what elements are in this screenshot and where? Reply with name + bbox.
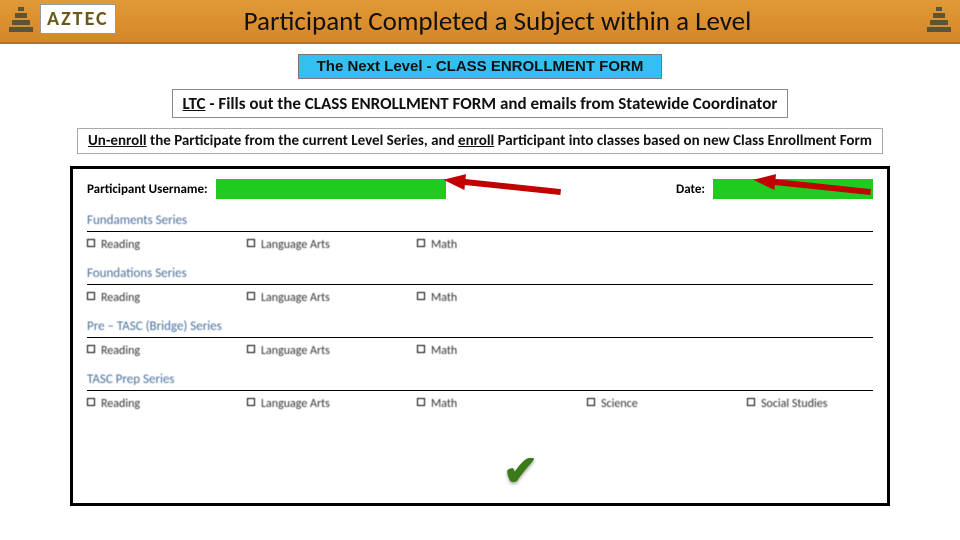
instr-mid1: the Participate from the current Level S…	[147, 132, 458, 150]
divider	[87, 231, 873, 232]
series-block: Pre – TASC (Bridge) Series Reading Langu…	[87, 319, 873, 358]
checkbox-option[interactable]: Math	[417, 344, 587, 358]
checkbox-option[interactable]: Reading	[87, 238, 247, 252]
divider	[87, 390, 873, 391]
logo-left: AZTEC	[6, 4, 116, 34]
instr-mid2: Participant into classes based on new Cl…	[494, 132, 872, 150]
checkbox-icon	[247, 398, 255, 406]
series-title: Pre – TASC (Bridge) Series	[87, 319, 873, 334]
checkbox-icon	[87, 239, 95, 247]
checkbox-option[interactable]: Language Arts	[247, 238, 417, 252]
subline-box: LTC - Fills out the CLASS ENROLLMENT FOR…	[172, 89, 789, 118]
series-block: Foundations Series Reading Language Arts…	[87, 266, 873, 305]
instr-enroll: enroll	[458, 132, 494, 150]
instruction-box: Un-enroll the Participate from the curre…	[77, 128, 883, 154]
checkbox-icon	[87, 292, 95, 300]
instruction-row: Un-enroll the Participate from the curre…	[0, 128, 960, 154]
pill-row: The Next Level - CLASS ENROLLMENT FORM	[0, 54, 960, 79]
checkbox-option[interactable]: Language Arts	[247, 397, 417, 411]
subline-row: LTC - Fills out the CLASS ENROLLMENT FOR…	[0, 89, 960, 118]
checkbox-option[interactable]: Reading	[87, 344, 247, 358]
checkbox-icon	[87, 345, 95, 353]
date-label: Date:	[676, 182, 705, 197]
checkbox-icon	[247, 239, 255, 247]
divider	[87, 337, 873, 338]
username-label: Participant Username:	[87, 182, 208, 197]
brand-text: AZTEC	[40, 4, 116, 34]
series-title: Foundations Series	[87, 266, 873, 281]
class-enrollment-form: Participant Username: Date: Fundaments S…	[70, 166, 890, 506]
checkbox-icon	[417, 345, 425, 353]
subline-ltc: LTC	[183, 93, 206, 114]
username-field[interactable]	[216, 179, 446, 199]
series-title: TASC Prep Series	[87, 372, 873, 387]
option-row: Reading Language Arts Math	[87, 238, 873, 252]
pyramid-icon	[6, 4, 36, 34]
option-row: Reading Language Arts Math	[87, 291, 873, 305]
instr-unenroll: Un-enroll	[88, 132, 147, 150]
next-level-pill: The Next Level - CLASS ENROLLMENT FORM	[298, 54, 663, 79]
checkbox-icon	[587, 398, 595, 406]
checkbox-option[interactable]: Language Arts	[247, 344, 417, 358]
header-bar: AZTEC Participant Completed a Subject wi…	[0, 0, 960, 44]
option-row: Reading Language Arts Math Science Socia…	[87, 397, 873, 411]
checkbox-icon	[247, 345, 255, 353]
series-title: Fundaments Series	[87, 213, 873, 228]
checkbox-option[interactable]: Reading	[87, 291, 247, 305]
pyramid-icon	[924, 4, 954, 34]
checkbox-option[interactable]: Language Arts	[247, 291, 417, 305]
checkbox-option[interactable]: Math	[417, 238, 587, 252]
option-row: Reading Language Arts Math	[87, 344, 873, 358]
divider	[87, 284, 873, 285]
series-block: TASC Prep Series Reading Language Arts M…	[87, 372, 873, 411]
logo-right	[924, 4, 954, 34]
checkbox-option[interactable]: Math	[417, 397, 587, 411]
checkbox-option[interactable]: Math	[417, 291, 587, 305]
checkbox-option[interactable]: Science	[587, 397, 747, 411]
checkbox-icon	[417, 239, 425, 247]
series-block: Fundaments Series Reading Language Arts …	[87, 213, 873, 252]
subline-rest: - Fills out the CLASS ENROLLMENT FORM an…	[206, 93, 778, 114]
checkbox-icon	[747, 398, 755, 406]
checkbox-icon	[417, 398, 425, 406]
checkbox-icon	[247, 292, 255, 300]
checkbox-option[interactable]: Reading	[87, 397, 247, 411]
checkbox-option[interactable]: Social Studies	[747, 397, 897, 411]
page-title: Participant Completed a Subject within a…	[0, 5, 960, 38]
checkbox-icon	[417, 292, 425, 300]
checkbox-icon	[87, 398, 95, 406]
checkmark-icon: ✔	[503, 451, 538, 493]
